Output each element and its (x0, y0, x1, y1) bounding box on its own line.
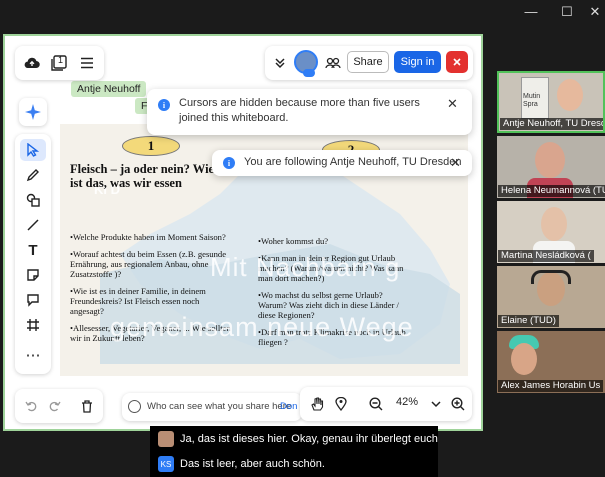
zoom-bar: 42% (300, 387, 472, 421)
hand-icon[interactable] (307, 394, 327, 414)
following-toast: i You are following Antje Neuhoff, TU Dr… (212, 150, 472, 176)
ai-sparkle-icon[interactable] (19, 98, 47, 126)
cloud-upload-icon[interactable] (21, 52, 43, 74)
trash-icon[interactable] (77, 396, 97, 416)
headset (531, 270, 571, 284)
toast-message: You are following Antje Neuhoff, TU Dres… (244, 156, 462, 168)
shapes-icon[interactable] (15, 187, 51, 213)
collaboration-bar: Share Sign in (265, 46, 473, 80)
page-count: 1 (58, 55, 64, 65)
caption-text: Ja, das ist dieses hier. Okay, genau ihr… (180, 433, 438, 445)
chevron-down-icon[interactable] (428, 394, 444, 414)
participant-name: Alex James Horabin Us (498, 380, 604, 392)
avatar: KS (158, 456, 174, 472)
eye-icon (303, 69, 315, 77)
user-icon (128, 400, 141, 413)
info-icon: i (158, 99, 170, 111)
participant-face (557, 79, 583, 111)
window-titlebar: — ☐ ✕ (0, 0, 605, 32)
toast-message: Cursors are hidden because more than fiv… (179, 97, 420, 124)
share-hint-bar: Who can see what you share here Don (122, 393, 302, 421)
watermark-line-2: gemeinsam neue Wege (110, 312, 414, 342)
participant-name: Elaine (TUD) (498, 315, 559, 327)
share-hint-link[interactable]: Don (280, 401, 297, 412)
participant-name: Antje Neuhoff, TU Dresden (500, 118, 603, 130)
caption-line: Ja, das ist dieses hier. Okay, genau ihr… (150, 426, 438, 452)
participant-face (535, 142, 565, 178)
close-icon[interactable] (446, 51, 468, 73)
comment-icon[interactable] (15, 287, 51, 313)
close-icon[interactable]: ✕ (450, 155, 461, 170)
undo-icon[interactable] (21, 396, 41, 416)
caption-text: Das ist leer, aber auch schön. (180, 458, 325, 470)
participant-name: Helena Neumannová (TU) (498, 185, 605, 197)
double-chevron-down-icon[interactable] (271, 53, 289, 73)
minimize-button[interactable]: — (521, 4, 541, 19)
share-button[interactable]: Share (347, 51, 389, 73)
participant-name: Martina Nesládková ( (498, 250, 594, 262)
zoom-level[interactable]: 42% (396, 396, 418, 408)
sticky-note-icon[interactable] (15, 262, 51, 288)
caption-line: KS Das ist leer, aber auch schön. (150, 451, 438, 477)
list-item: Woher kommst du? (258, 236, 406, 246)
window-close-button[interactable]: ✕ (585, 4, 605, 20)
select-arrow-icon[interactable] (15, 137, 51, 163)
users-icon[interactable] (323, 53, 343, 73)
participant-face (511, 343, 537, 375)
video-overlay-text: Mutin Spra (523, 93, 541, 108)
redo-icon[interactable] (45, 396, 65, 416)
maximize-button[interactable]: ☐ (557, 4, 577, 20)
cursor-label-antje: Antje Neuhoff (71, 81, 147, 97)
participant-tile[interactable]: Martina Nesládková ( (497, 201, 605, 263)
locate-icon[interactable] (331, 394, 351, 414)
participant-tile[interactable]: Elaine (TUD) (497, 266, 605, 328)
zoom-out-icon[interactable] (366, 394, 386, 414)
close-icon[interactable]: ✕ (447, 96, 458, 111)
file-controls: 1 (15, 46, 104, 80)
watermark-line-1: Mit Nachbarn g (210, 252, 401, 282)
whiteboard-canvas[interactable]: KI D 1 2 Fleisch – ja oder nein? Wie wic… (3, 34, 483, 431)
hamburger-icon[interactable] (76, 52, 98, 74)
tool-palette: T ⋯ (15, 134, 51, 374)
more-icon[interactable]: ⋯ (15, 342, 51, 368)
frame-icon[interactable] (15, 312, 51, 338)
pages-icon[interactable]: 1 (48, 52, 70, 74)
edit-history-bar (15, 389, 103, 423)
share-hint-text: Who can see what you share here (147, 401, 292, 412)
participant-tile[interactable]: Helena Neumannová (TU) (497, 136, 605, 198)
line-icon[interactable] (15, 212, 51, 238)
zoom-in-icon[interactable] (448, 394, 468, 414)
cursors-hidden-toast: i Cursors are hidden because more than f… (147, 89, 472, 135)
topic-number-1: 1 (122, 136, 180, 156)
participant-face (541, 207, 567, 241)
sign-in-button[interactable]: Sign in (394, 51, 441, 73)
pen-icon[interactable] (15, 162, 51, 188)
list-item: Welche Produkte haben im Moment Saison? (70, 232, 235, 242)
participant-tile[interactable]: Alex James Horabin Us (497, 331, 605, 393)
participant-tile[interactable]: Mutin Spra Antje Neuhoff, TU Dresden (497, 71, 605, 133)
text-icon[interactable]: T (15, 237, 51, 263)
info-icon: i (223, 157, 235, 169)
avatar (158, 431, 174, 447)
